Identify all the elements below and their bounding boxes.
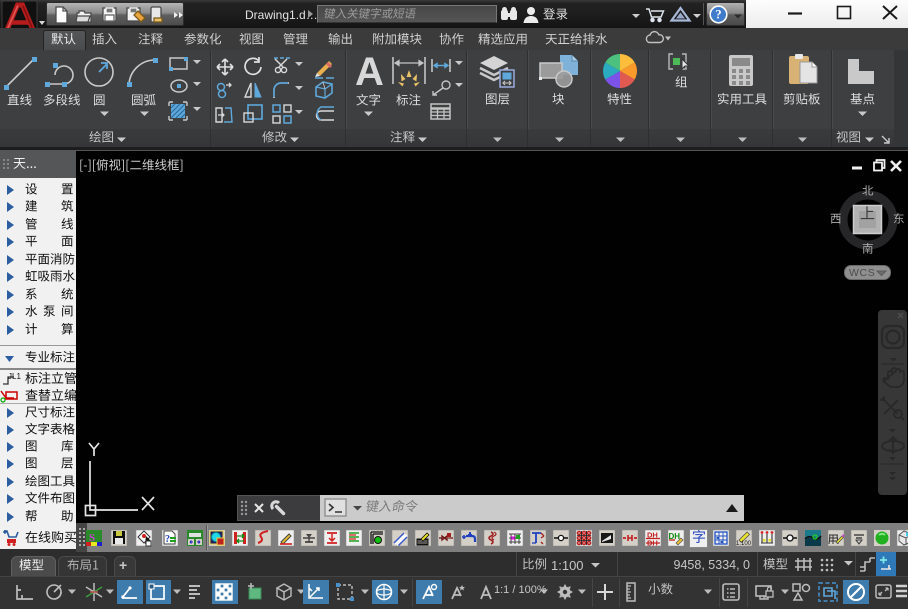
svg-text:?: ? [715, 8, 721, 22]
svg-text:?: ? [165, 534, 170, 545]
svg-text:1:100: 1:100 [736, 541, 752, 547]
svg-text:JL1: JL1 [8, 372, 21, 381]
